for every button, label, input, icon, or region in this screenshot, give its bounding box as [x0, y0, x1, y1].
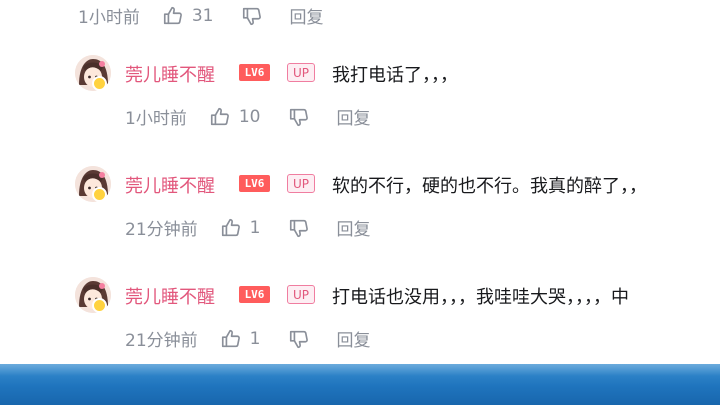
- comment-text: 软的不行，硬的也不行。我真的醉了，，: [332, 176, 647, 197]
- reply-button[interactable]: 回复: [336, 326, 370, 351]
- reply-button[interactable]: 回复: [289, 3, 323, 28]
- thumbs-down-icon[interactable]: [241, 5, 263, 27]
- thumbs-down-icon[interactable]: [288, 217, 310, 239]
- taskbar: [0, 364, 720, 405]
- comment-meta-row: 1小时前 10 回复: [125, 104, 370, 130]
- comment-item: 莞儿睡不醒 LV6 UP 打电话也没用，，，我哇哇大哭，，，，中 21分钟前 1…: [0, 274, 720, 374]
- verified-badge-icon: [92, 187, 107, 202]
- like-count: 1: [249, 328, 261, 349]
- thumbs-down-icon[interactable]: [288, 328, 310, 350]
- like-count: 31: [191, 5, 214, 26]
- up-badge: UP: [287, 174, 315, 193]
- comment-meta-row: 21分钟前 1 回复: [125, 326, 370, 352]
- comment-time: 1小时前: [125, 109, 187, 129]
- up-badge: UP: [287, 63, 315, 82]
- reply-button[interactable]: 回复: [336, 104, 370, 129]
- thumbs-up-icon[interactable]: [162, 5, 184, 27]
- comment-item: 莞儿睡不醒 LV6 UP 软的不行，硬的也不行。我真的醉了，， 21分钟前 1 …: [0, 163, 720, 263]
- thumbs-up-icon[interactable]: [209, 106, 231, 128]
- up-badge: UP: [287, 285, 315, 304]
- reply-button[interactable]: 回复: [336, 215, 370, 240]
- verified-badge-icon: [92, 298, 107, 313]
- thumbs-down-icon[interactable]: [288, 106, 310, 128]
- comment-meta-row: 1小时前 31 回复: [78, 3, 323, 29]
- taskbar-glare: [0, 364, 720, 376]
- username[interactable]: 莞儿睡不醒: [125, 283, 215, 309]
- comment-meta-row: 21分钟前 1 回复: [125, 215, 370, 241]
- comment-item: 莞儿睡不醒 LV6 UP 我打电话了，，， 1小时前 10 回复: [0, 52, 720, 152]
- comment-time: 21分钟前: [125, 220, 198, 240]
- level-badge: LV6: [239, 286, 270, 303]
- like-count: 10: [238, 106, 261, 127]
- level-badge: LV6: [239, 64, 270, 81]
- thumbs-up-icon[interactable]: [220, 328, 242, 350]
- thumbs-up-icon[interactable]: [220, 217, 242, 239]
- comment-time: 1小时前: [78, 8, 140, 28]
- level-badge: LV6: [239, 175, 270, 192]
- username[interactable]: 莞儿睡不醒: [125, 172, 215, 198]
- comment-time: 21分钟前: [125, 331, 198, 351]
- like-count: 1: [249, 217, 261, 238]
- comment-text: 我打电话了，，，: [332, 65, 458, 86]
- comment-text: 打电话也没用，，，我哇哇大哭，，，，中: [332, 287, 629, 308]
- username[interactable]: 莞儿睡不醒: [125, 61, 215, 87]
- verified-badge-icon: [92, 76, 107, 91]
